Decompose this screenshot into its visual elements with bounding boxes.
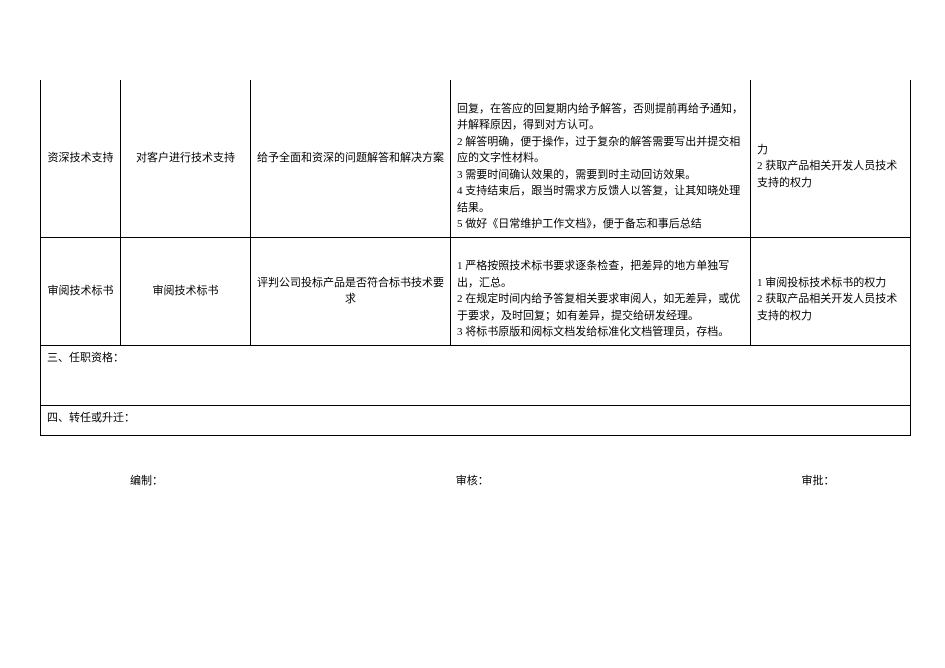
review-label: 审核： xyxy=(456,472,489,488)
table-row: 资深技术支持 对客户进行技术支持 给予全面和资深的问题解答和解决方案 回复，在答… xyxy=(41,80,911,237)
cell-text: 回复，在答应的回复期内给予解答，否则提前再给予通知，并解释原因，得到对方认可。 … xyxy=(457,103,743,231)
section-qualification-row: 三、任职资格： xyxy=(41,345,911,405)
approve-label: 审批： xyxy=(802,472,835,488)
table-row: 审阅技术标书 审阅技术标书 评判公司投标产品是否符合标书技术要求 1 严格按照技… xyxy=(41,237,911,345)
cell-summary: 给予全面和资深的问题解答和解决方案 xyxy=(251,80,451,237)
section-transfer-cell: 四、转任或升迁： xyxy=(41,405,911,435)
cell-text: 审阅技术标书 xyxy=(48,285,114,297)
section-qualification-cell: 三、任职资格： xyxy=(41,345,911,405)
cell-text: 资深技术支持 xyxy=(48,152,114,164)
cell-summary: 评判公司投标产品是否符合标书技术要求 xyxy=(251,237,451,345)
cell-subcategory: 审阅技术标书 xyxy=(121,237,251,345)
prepare-label: 编制： xyxy=(130,472,163,488)
cell-text: 力 2 获取产品相关开发人员技术支持的权力 xyxy=(757,144,897,189)
cell-category: 资深技术支持 xyxy=(41,80,121,237)
cell-text: 1 审阅投标技术标书的权力 2 获取产品相关开发人员技术支持的权力 xyxy=(757,277,897,322)
signature-row: 编制： 审核： 审批： xyxy=(40,472,910,488)
cell-text: 1 严格按照技术标书要求逐条检查，把差异的地方单独写出，汇总。 2 在规定时间内… xyxy=(457,260,740,338)
cell-text: 评判公司投标产品是否符合标书技术要求 xyxy=(257,277,444,306)
job-description-table: 资深技术支持 对客户进行技术支持 给予全面和资深的问题解答和解决方案 回复，在答… xyxy=(40,80,911,436)
cell-category: 审阅技术标书 xyxy=(41,237,121,345)
cell-text: 给予全面和资深的问题解答和解决方案 xyxy=(257,152,444,164)
section-title: 四、转任或升迁： xyxy=(47,412,135,424)
cell-rights: 力 2 获取产品相关开发人员技术支持的权力 xyxy=(751,80,911,237)
cell-details: 回复，在答应的回复期内给予解答，否则提前再给予通知，并解释原因，得到对方认可。 … xyxy=(451,80,751,237)
section-title: 三、任职资格： xyxy=(47,352,124,364)
cell-text: 对客户进行技术支持 xyxy=(136,152,235,164)
section-transfer-row: 四、转任或升迁： xyxy=(41,405,911,435)
cell-text: 审阅技术标书 xyxy=(153,285,219,297)
cell-subcategory: 对客户进行技术支持 xyxy=(121,80,251,237)
cell-details: 1 严格按照技术标书要求逐条检查，把差异的地方单独写出，汇总。 2 在规定时间内… xyxy=(451,237,751,345)
cell-rights: 1 审阅投标技术标书的权力 2 获取产品相关开发人员技术支持的权力 xyxy=(751,237,911,345)
